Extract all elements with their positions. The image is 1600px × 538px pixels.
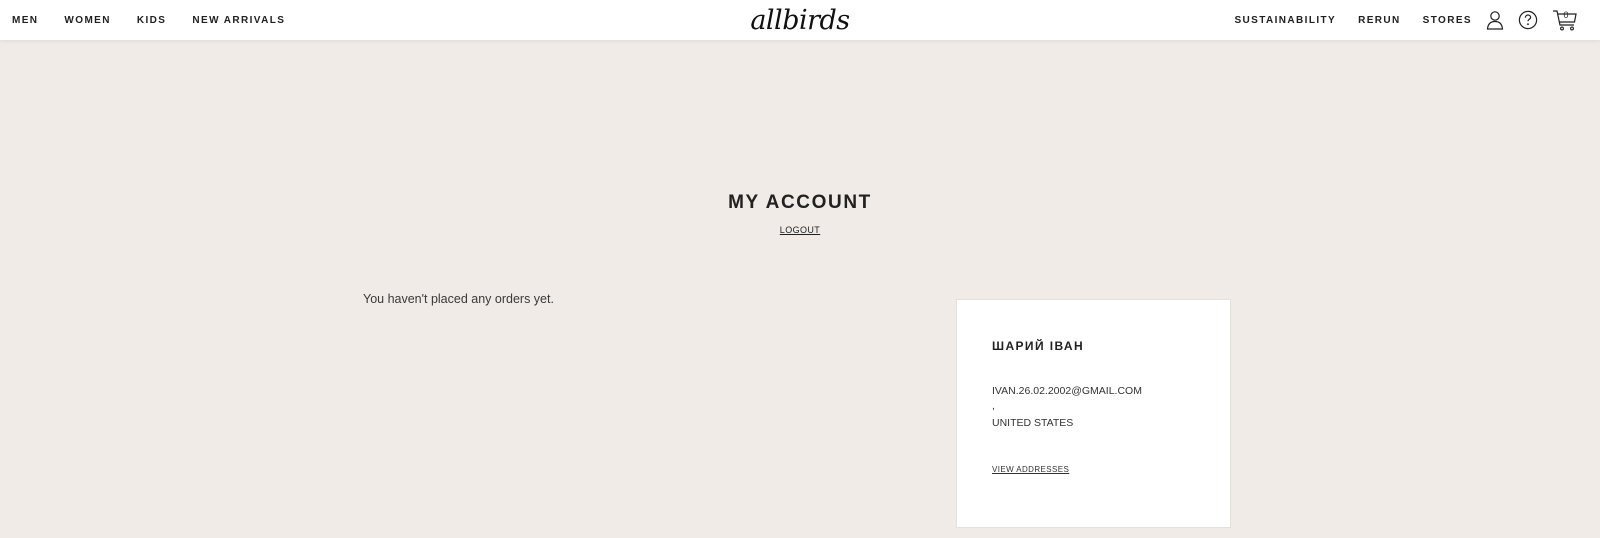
nav-link-stores[interactable]: STORES bbox=[1423, 15, 1472, 26]
account-icon bbox=[1486, 11, 1504, 30]
site-header: MEN WOMEN KIDS NEW ARRIVALS allbirds SUS… bbox=[0, 0, 1600, 40]
cart-button[interactable]: 0 bbox=[1552, 9, 1578, 31]
cart-count-badge: 0 bbox=[1563, 10, 1569, 20]
account-button[interactable] bbox=[1486, 10, 1504, 30]
nav-link-women[interactable]: WOMEN bbox=[64, 15, 110, 26]
orders-empty-message: You haven't placed any orders yet. bbox=[363, 292, 554, 306]
primary-nav: MEN WOMEN KIDS NEW ARRIVALS bbox=[12, 0, 285, 40]
nav-link-rerun[interactable]: RERUN bbox=[1358, 15, 1401, 26]
logout-link[interactable]: LOGOUT bbox=[780, 225, 820, 235]
account-address-line: , bbox=[992, 400, 995, 412]
view-addresses-link[interactable]: VIEW ADDRESSES bbox=[992, 465, 1069, 474]
allbirds-logo[interactable]: allbirds bbox=[750, 4, 850, 36]
help-button[interactable] bbox=[1518, 10, 1538, 30]
nav-link-men[interactable]: MEN bbox=[12, 15, 38, 26]
account-email: IVAN.26.02.2002@GMAIL.COM bbox=[992, 385, 1142, 397]
nav-link-new-arrivals[interactable]: NEW ARRIVALS bbox=[192, 15, 285, 26]
nav-link-sustainability[interactable]: SUSTAINABILITY bbox=[1234, 15, 1336, 26]
secondary-nav: SUSTAINABILITY RERUN STORES 0 bbox=[1212, 0, 1578, 40]
help-icon bbox=[1518, 10, 1538, 30]
account-name: ШАРИЙ ІВАН bbox=[992, 339, 1085, 353]
account-country: UNITED STATES bbox=[992, 417, 1074, 429]
account-details-card: ШАРИЙ ІВАН IVAN.26.02.2002@GMAIL.COM , U… bbox=[956, 299, 1231, 528]
logout-row: LOGOUT bbox=[0, 225, 1600, 235]
nav-link-kids[interactable]: KIDS bbox=[137, 15, 167, 26]
page-title: MY ACCOUNT bbox=[728, 192, 872, 213]
